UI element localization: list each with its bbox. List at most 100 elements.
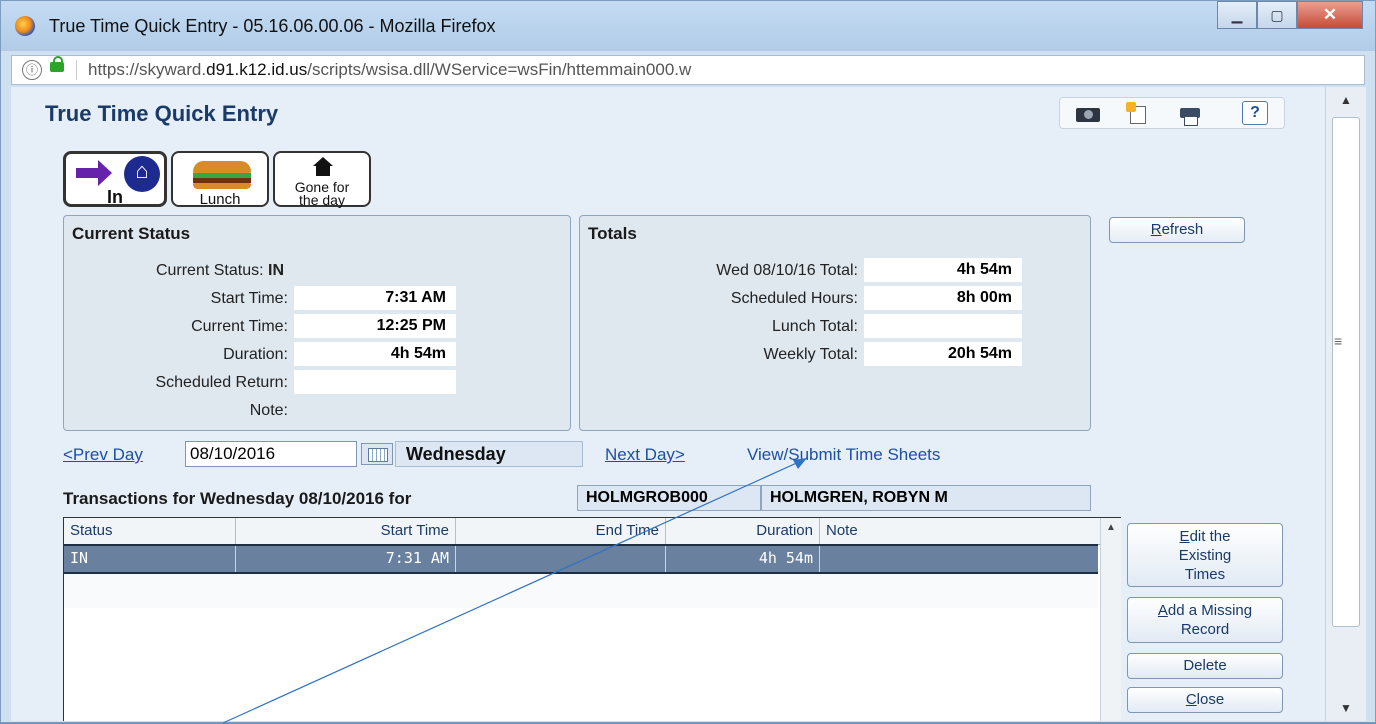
info-icon[interactable]: ⓘ (22, 60, 42, 80)
duration-label: Duration: (223, 346, 288, 363)
status-label-text: Current Status: (155, 262, 264, 279)
day-total-value: 4h 54m (864, 258, 1022, 282)
house-icon (124, 156, 160, 192)
current-time-label: Current Time: (191, 318, 288, 335)
address-bar[interactable]: ⓘ https://skyward.d91.k12.id.us/scripts/… (11, 55, 1365, 85)
scroll-down-icon[interactable]: ▼ (1340, 701, 1352, 715)
scheduled-return-row: Scheduled Return: (64, 370, 564, 396)
note-label: Note: (249, 402, 288, 419)
gone-for-day-button[interactable]: Gone for the day (273, 151, 371, 207)
grid-scroll-up-icon[interactable]: ▲ (1106, 522, 1116, 533)
close-rest: lose (1196, 691, 1225, 708)
edit-accel: E (1179, 528, 1190, 545)
gone-label: Gone for the day (275, 180, 369, 208)
add-line2: Record (1180, 621, 1230, 638)
current-status-label: Current Status: IN (64, 262, 284, 280)
home-icon (313, 157, 333, 177)
maximize-button[interactable]: ▢ (1257, 1, 1297, 29)
url-separator (76, 60, 77, 80)
scheduled-hours-label: Scheduled Hours: (730, 290, 858, 307)
url-domain: d91.k12.id.us (206, 60, 308, 79)
firefox-icon (15, 16, 35, 36)
row-status: IN (64, 546, 236, 572)
page-content: True Time Quick Entry ? In Lunch Gone fo… (11, 87, 1325, 721)
help-icon[interactable]: ? (1242, 101, 1268, 125)
print-icon[interactable] (1178, 102, 1202, 126)
edit-line3: Times (1184, 566, 1226, 583)
delete-button[interactable]: Delete (1127, 653, 1283, 679)
grid-scrollbar[interactable]: ▲ (1100, 518, 1121, 721)
close-button[interactable]: Close (1127, 687, 1283, 713)
add-missing-record-button[interactable]: Add a Missing Record (1127, 597, 1283, 643)
column-start-time[interactable]: Start Time (236, 518, 456, 544)
status-value: IN (268, 262, 284, 279)
scroll-grip-icon: ≡ (1334, 333, 1343, 349)
scheduled-hours-row: Scheduled Hours: 8h 00m (580, 286, 1080, 312)
window-controls: ▁ ▢ ✕ (1217, 1, 1363, 29)
edit-existing-times-button[interactable]: Edit the Existing Times (1127, 523, 1283, 587)
table-row[interactable]: IN 7:31 AM 4h 54m (64, 544, 1098, 574)
column-note[interactable]: Note (820, 518, 1100, 544)
copy-icon[interactable] (1126, 102, 1150, 124)
title-bar: True Time Quick Entry - 05.16.06.00.06 -… (1, 1, 1375, 51)
lock-icon[interactable] (50, 56, 64, 72)
scroll-up-icon[interactable]: ▲ (1340, 93, 1352, 107)
window-title: True Time Quick Entry - 05.16.06.00.06 -… (49, 16, 496, 36)
minimize-button[interactable]: ▁ (1217, 1, 1257, 29)
page-scrollbar[interactable]: ▲ ≡ ▼ (1325, 87, 1366, 721)
lunch-button[interactable]: Lunch (171, 151, 269, 207)
day-total-label: Wed 08/10/16 Total: (716, 262, 858, 279)
calendar-icon[interactable] (361, 443, 393, 465)
arrow-right-icon (76, 160, 112, 186)
next-day-link[interactable]: Next Day> (605, 445, 685, 465)
gone-label-line2: the day (299, 192, 345, 208)
note-row: Note: (64, 398, 564, 424)
prev-day-link[interactable]: <Prev Day (63, 445, 143, 465)
employee-id-field: HOLMGROB000 (577, 485, 761, 511)
url-text[interactable]: https://skyward.d91.k12.id.us/scripts/ws… (88, 60, 691, 80)
punch-in-button[interactable]: In (63, 151, 167, 207)
current-time-row: Current Time: 12:25 PM (64, 314, 564, 340)
day-name-field: Wednesday (395, 441, 583, 467)
lunch-total-label: Lunch Total: (772, 318, 858, 335)
add-line1: dd a Missing (1167, 602, 1253, 619)
view-submit-timesheets-link[interactable]: View/Submit Time Sheets (747, 445, 940, 465)
edit-line1: dit the (1189, 528, 1231, 545)
scroll-thumb[interactable] (1332, 117, 1360, 627)
page-title: True Time Quick Entry (45, 101, 279, 126)
weekly-total-label: Weekly Total: (763, 346, 858, 363)
totals-panel: Totals Wed 08/10/16 Total: 4h 54m Schedu… (579, 215, 1091, 431)
refresh-button[interactable]: Refresh (1109, 217, 1245, 243)
duration-row: Duration: 4h 54m (64, 342, 564, 368)
lunch-label: Lunch (199, 191, 241, 208)
date-navigation: <Prev Day 08/10/2016 Wednesday Next Day>… (63, 441, 1063, 469)
transactions-grid: Status Start Time End Time Duration Note… (63, 517, 1121, 721)
column-end-time[interactable]: End Time (456, 518, 666, 544)
current-status-title: Current Status (72, 224, 191, 243)
weekly-total-row: Weekly Total: 20h 54m (580, 342, 1080, 368)
scheduled-return-value (294, 370, 456, 394)
lunch-total-row: Lunch Total: (580, 314, 1080, 340)
transactions-title: Transactions for Wednesday 08/10/2016 fo… (63, 489, 412, 508)
add-accel: A (1157, 602, 1168, 619)
punch-in-label: In (107, 187, 123, 207)
close-window-button[interactable]: ✕ (1297, 1, 1363, 29)
totals-title: Totals (588, 224, 637, 243)
employee-name-field: HOLMGREN, ROBYN M (761, 485, 1091, 511)
column-status[interactable]: Status (64, 518, 236, 544)
scheduled-return-label: Scheduled Return: (155, 374, 288, 391)
lunch-total-value (864, 314, 1022, 338)
date-input[interactable]: 08/10/2016 (185, 441, 357, 467)
refresh-rest: efresh (1161, 221, 1204, 238)
row-start-time: 7:31 AM (236, 546, 456, 572)
column-duration[interactable]: Duration (666, 518, 820, 544)
grid-empty-row (64, 574, 1098, 608)
camera-icon[interactable] (1076, 102, 1100, 124)
current-status-panel: Current Status Current Status: IN Start … (63, 215, 571, 431)
hamburger-icon (193, 161, 251, 189)
close-accel: C (1185, 691, 1197, 708)
row-duration: 4h 54m (666, 546, 820, 572)
start-time-value: 7:31 AM (294, 286, 456, 310)
url-path: /scripts/wsisa.dll/WService=wsFin/httemm… (307, 60, 692, 79)
grid-header: Status Start Time End Time Duration Note (64, 518, 1100, 545)
